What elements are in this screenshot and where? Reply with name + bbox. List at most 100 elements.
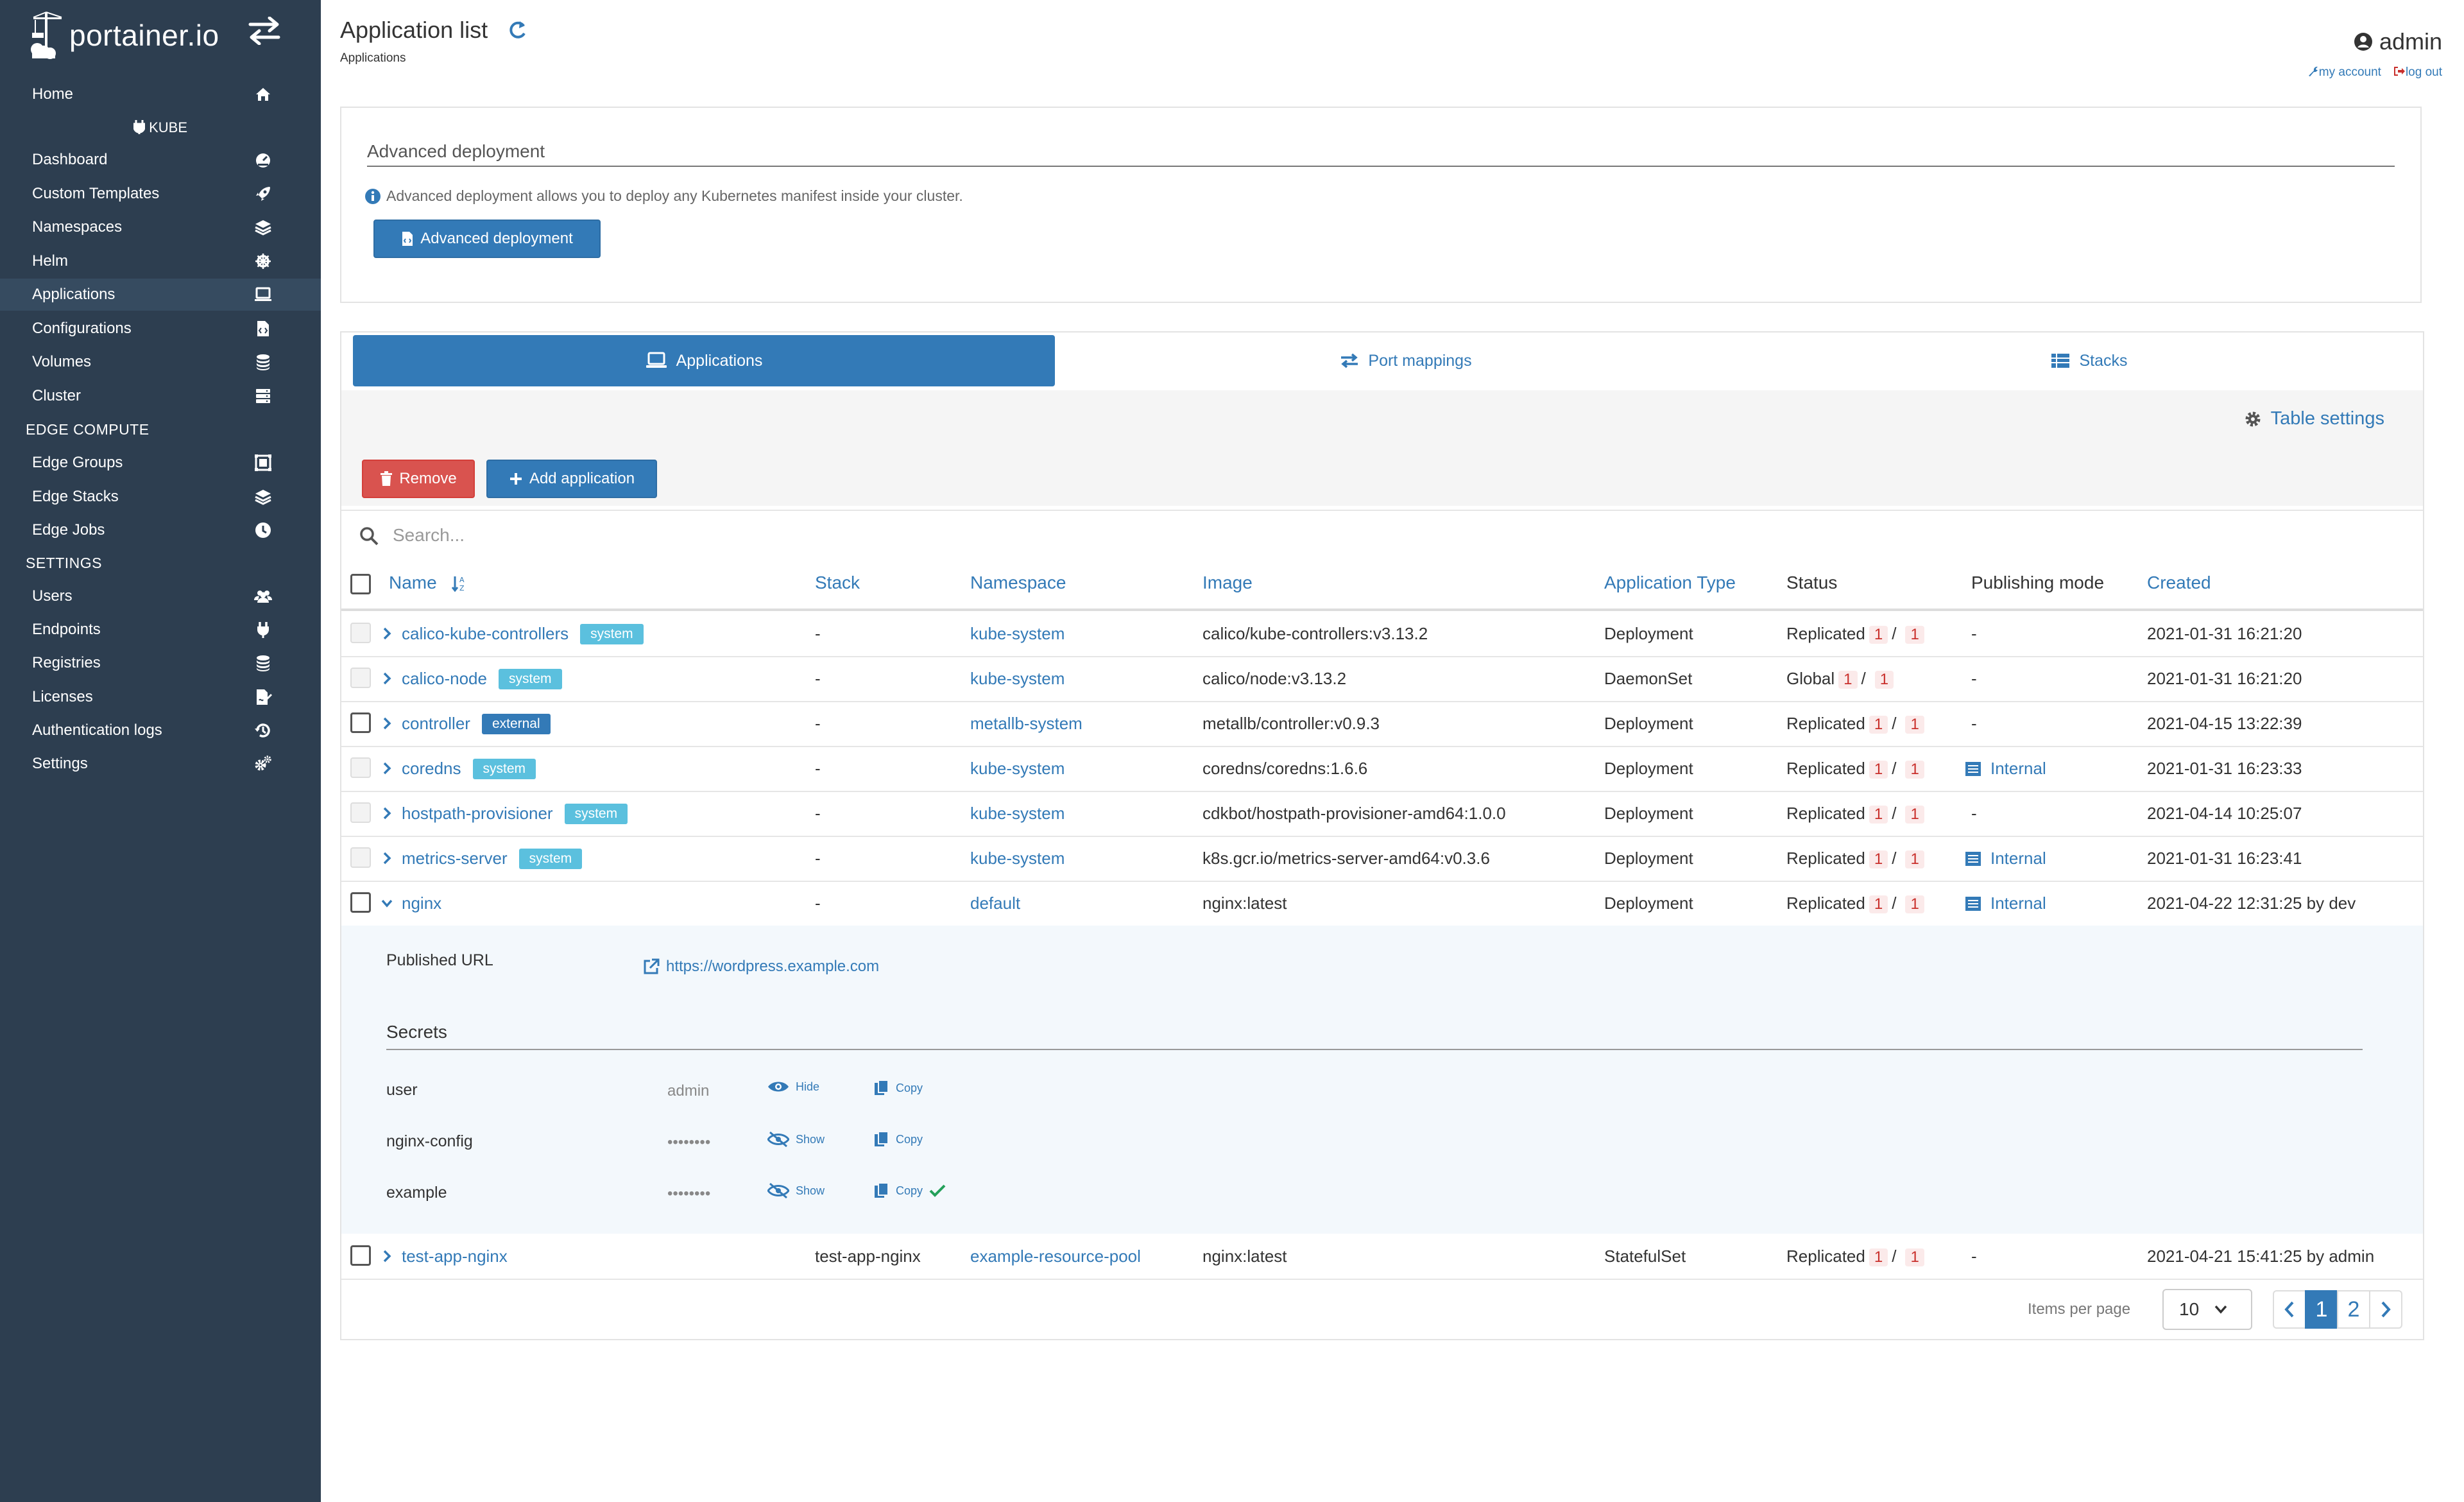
sidebar-item-dashboard[interactable]: Dashboard bbox=[0, 144, 321, 176]
publishing-mode-link[interactable]: Internal bbox=[1990, 849, 2046, 868]
show-secret-button[interactable]: Show bbox=[767, 1182, 825, 1199]
pagination-next[interactable] bbox=[2369, 1290, 2402, 1329]
show-secret-button[interactable]: Show bbox=[767, 1131, 825, 1148]
publishing-mode-link[interactable]: Internal bbox=[1990, 759, 2046, 778]
hide-secret-button[interactable]: Hide bbox=[767, 1080, 819, 1094]
namespace-link[interactable]: default bbox=[970, 893, 1020, 913]
sidebar-item-namespaces[interactable]: Namespaces bbox=[0, 211, 321, 243]
created-cell: 2021-04-14 10:25:07 bbox=[2147, 804, 2302, 823]
tab-applications[interactable]: Applications bbox=[353, 335, 1055, 386]
row-checkbox[interactable] bbox=[350, 892, 371, 913]
application-name-link[interactable]: nginx bbox=[402, 893, 441, 913]
sidebar-item-label: Dashboard bbox=[32, 151, 108, 168]
total-count-badge: 1 bbox=[1905, 761, 1924, 779]
chevron-right-icon[interactable] bbox=[381, 1248, 393, 1265]
application-name-link[interactable]: controller bbox=[402, 714, 470, 733]
sidebar-item-edge-stacks[interactable]: Edge Stacks bbox=[0, 481, 321, 513]
exchange-icon[interactable] bbox=[246, 17, 282, 45]
copy-secret-button[interactable]: Copy bbox=[874, 1080, 923, 1096]
application-name-link[interactable]: metrics-server bbox=[402, 849, 508, 868]
count-separator: / bbox=[1892, 714, 1897, 733]
sidebar-item-cluster[interactable]: Cluster bbox=[0, 380, 321, 412]
copy-secret-button[interactable]: Copy bbox=[874, 1131, 923, 1148]
chevron-down-icon[interactable] bbox=[381, 895, 393, 911]
select-all-checkbox[interactable] bbox=[350, 574, 371, 594]
namespace-link[interactable]: example-resource-pool bbox=[970, 1247, 1141, 1266]
sidebar-item-helm[interactable]: Helm bbox=[0, 245, 321, 277]
table-row[interactable]: test-app-nginx test-app-nginx example-reso… bbox=[341, 1234, 2423, 1280]
tab-stacks[interactable]: Stacks bbox=[1757, 335, 2422, 386]
chevron-right-icon[interactable] bbox=[381, 670, 393, 687]
sidebar-item-edge-groups[interactable]: Edge Groups bbox=[0, 447, 321, 479]
refresh-icon[interactable] bbox=[507, 19, 527, 41]
chevron-right-icon[interactable] bbox=[381, 625, 393, 642]
application-name-link[interactable]: calico-node bbox=[402, 669, 487, 688]
chevron-right-icon[interactable] bbox=[381, 760, 393, 777]
application-name-link[interactable]: coredns bbox=[402, 759, 461, 778]
pagination-previous[interactable] bbox=[2273, 1290, 2306, 1329]
copy-secret-button[interactable]: Copy bbox=[874, 1182, 946, 1199]
chevron-right-icon[interactable] bbox=[381, 850, 393, 867]
search-bar[interactable]: Search... bbox=[341, 510, 2423, 562]
pagination-page-1[interactable]: 1 bbox=[2305, 1290, 2338, 1329]
row-checkbox[interactable] bbox=[350, 712, 371, 733]
sidebar-item-users[interactable]: Users bbox=[0, 580, 321, 612]
sidebar-item-label: Namespaces bbox=[32, 218, 123, 236]
sidebar-item-endpoints[interactable]: Endpoints bbox=[0, 614, 321, 646]
column-header-stack[interactable]: Stack bbox=[815, 573, 860, 593]
remove-button[interactable]: Remove bbox=[362, 460, 475, 498]
portainer-logo[interactable]: portainer.io bbox=[30, 6, 219, 64]
namespace-link[interactable]: kube-system bbox=[970, 804, 1065, 824]
row-checkbox bbox=[350, 847, 371, 868]
sidebar-item-settings[interactable]: Settings bbox=[0, 748, 321, 780]
column-header-application-type[interactable]: Application Type bbox=[1604, 573, 1736, 593]
sidebar-item-registries[interactable]: Registries bbox=[0, 647, 321, 679]
image-cell: calico/node:v3.13.2 bbox=[1202, 669, 1347, 688]
sidebar-item-edge-jobs[interactable]: Edge Jobs bbox=[0, 514, 321, 546]
column-header-namespace[interactable]: Namespace bbox=[970, 573, 1066, 593]
namespace-link[interactable]: kube-system bbox=[970, 669, 1065, 689]
sidebar-item-applications[interactable]: Applications bbox=[0, 279, 321, 311]
namespace-link[interactable]: metallb-system bbox=[970, 714, 1082, 734]
table-row[interactable]: nginx - default nginx:latest Deployment Repli… bbox=[341, 881, 2423, 927]
publishing-mode-link[interactable]: Internal bbox=[1990, 893, 2046, 913]
table-row[interactable]: calico-node system - kube-system calico/node… bbox=[341, 656, 2423, 702]
namespace-link[interactable]: kube-system bbox=[970, 849, 1065, 868]
pagination-page-2[interactable]: 2 bbox=[2337, 1290, 2370, 1329]
chevron-right-icon[interactable] bbox=[381, 715, 393, 732]
add-application-button[interactable]: Add application bbox=[486, 460, 657, 498]
sidebar-item-volumes[interactable]: Volumes bbox=[0, 346, 321, 378]
sidebar-item-home[interactable]: Home bbox=[0, 78, 321, 110]
table-row[interactable]: controller external - metallb-system metallb… bbox=[341, 701, 2423, 747]
advanced-deployment-button[interactable]: Advanced deployment bbox=[373, 220, 601, 258]
column-header-name[interactable]: Name AZ bbox=[389, 573, 468, 593]
namespace-link[interactable]: kube-system bbox=[970, 624, 1065, 644]
sidebar-item-custom-templates[interactable]: Custom Templates bbox=[0, 178, 321, 210]
column-header-created[interactable]: Created bbox=[2147, 573, 2211, 593]
image-cell: metallb/controller:v0.9.3 bbox=[1202, 714, 1380, 733]
table-row[interactable]: calico-kube-controllers system - kube-syste… bbox=[341, 611, 2423, 657]
gear-icon bbox=[2245, 411, 2261, 426]
application-name-link[interactable]: calico-kube-controllers bbox=[402, 624, 569, 643]
created-cell: 2021-04-21 15:41:25 by admin bbox=[2147, 1247, 2375, 1266]
items-per-page-select[interactable]: 10 bbox=[2162, 1289, 2252, 1330]
application-name-link[interactable]: test-app-nginx bbox=[402, 1247, 508, 1266]
column-header-image[interactable]: Image bbox=[1202, 573, 1253, 593]
table-settings-button[interactable]: Table settings bbox=[2244, 408, 2384, 429]
chevron-right-icon[interactable] bbox=[381, 805, 393, 822]
my-account-link[interactable]: my account bbox=[2307, 65, 2381, 80]
log-out-link[interactable]: log out bbox=[2393, 65, 2442, 80]
publishing-mode-cell: Internal bbox=[1965, 893, 2046, 913]
sidebar-item-licenses[interactable]: Licenses bbox=[0, 681, 321, 713]
row-checkbox[interactable] bbox=[350, 1245, 371, 1266]
table-row[interactable]: hostpath-provisioner system - kube-system cd… bbox=[341, 791, 2423, 837]
tab-port-mappings[interactable]: Port mappings bbox=[1055, 335, 1757, 386]
search-input[interactable]: Search... bbox=[393, 525, 465, 546]
published-url-link[interactable]: https://wordpress.example.com bbox=[643, 958, 879, 976]
table-row[interactable]: coredns system - kube-system coredns/coredns… bbox=[341, 746, 2423, 792]
table-row[interactable]: metrics-server system - kube-system k8s.gcr.… bbox=[341, 836, 2423, 882]
application-name-link[interactable]: hostpath-provisioner bbox=[402, 804, 553, 823]
sidebar-item-authentication-logs[interactable]: Authentication logs bbox=[0, 714, 321, 747]
sidebar-item-configurations[interactable]: Configurations bbox=[0, 313, 321, 345]
namespace-link[interactable]: kube-system bbox=[970, 759, 1065, 779]
